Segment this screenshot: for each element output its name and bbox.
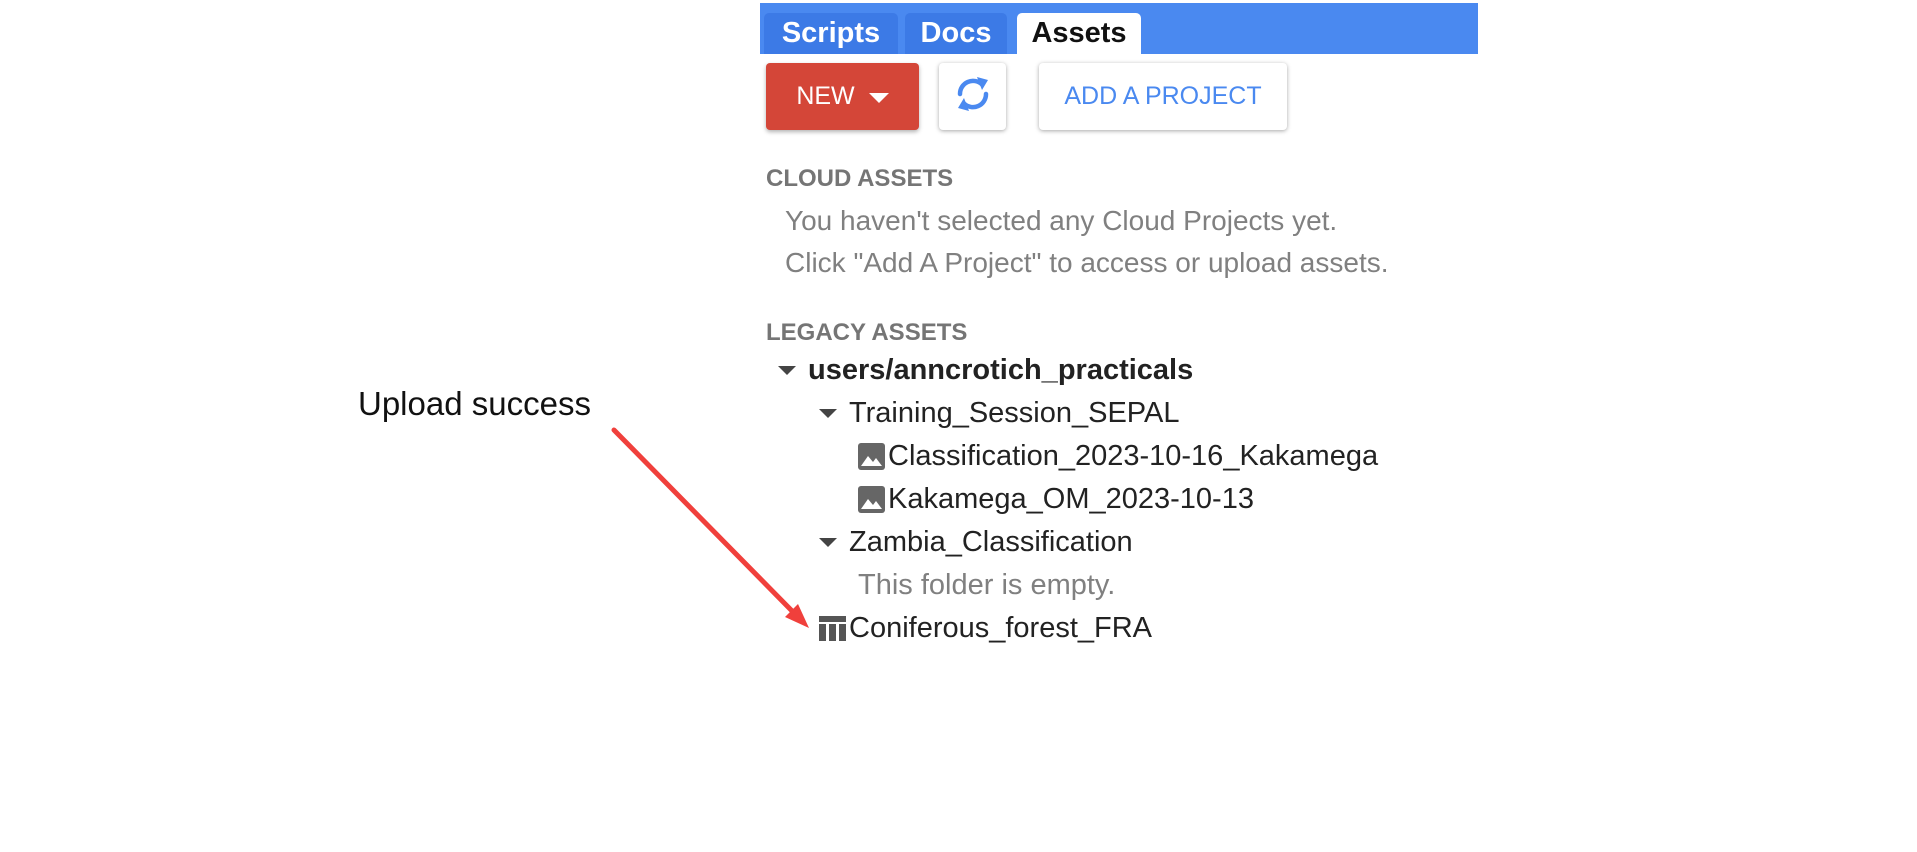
screenshot-canvas: Scripts Docs Assets NEW ADD A PROJECT CL…: [0, 0, 1917, 852]
annotation-arrow: [611, 427, 809, 628]
